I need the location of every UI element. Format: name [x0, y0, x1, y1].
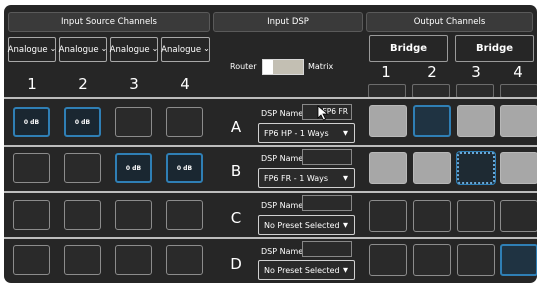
- dsp-name-input-b[interactable]: [302, 149, 352, 165]
- input-source-select-3[interactable]: Analogue ⌄: [110, 37, 158, 62]
- input-number-3: 3: [129, 75, 139, 93]
- input-route-d-2[interactable]: [64, 245, 101, 275]
- input-route-a-2[interactable]: 0 dB: [64, 107, 101, 137]
- select-label: Analogue: [7, 44, 48, 55]
- input-source-select-4[interactable]: Analogue ⌄: [161, 37, 210, 62]
- select-label: Analogue: [161, 44, 202, 55]
- input-route-d-1[interactable]: [13, 245, 50, 275]
- preset-label: No Preset Selected: [264, 220, 340, 230]
- preset-select-a[interactable]: FP6 HP - 1 Ways ▼: [258, 123, 355, 143]
- input-source-header: Input Source Channels: [8, 12, 210, 32]
- preset-label: No Preset Selected: [264, 265, 340, 275]
- output-route-c-1[interactable]: [369, 200, 407, 232]
- output-number-1: 1: [381, 63, 391, 81]
- mouse-pointer-icon: [317, 105, 329, 121]
- input-route-a-3[interactable]: [115, 107, 152, 137]
- bridge-button-3-4[interactable]: Bridge: [455, 35, 534, 62]
- output-number-2: 2: [427, 63, 437, 81]
- output-route-d-3[interactable]: [457, 244, 495, 276]
- output-route-c-2[interactable]: [413, 200, 451, 232]
- dsp-name-label-b: DSP Name: [261, 154, 304, 163]
- output-route-c-4[interactable]: [500, 200, 537, 232]
- input-route-a-4[interactable]: [166, 107, 203, 137]
- select-label: Analogue: [58, 44, 99, 55]
- dsp-name-label-c: DSP Name: [261, 201, 304, 210]
- input-route-b-4[interactable]: 0 dB: [166, 153, 203, 183]
- input-route-c-2[interactable]: [64, 200, 101, 230]
- dsp-name-input-c[interactable]: [302, 195, 352, 211]
- output-route-b-2[interactable]: [413, 152, 451, 184]
- row-divider: [4, 97, 537, 99]
- input-route-a-1[interactable]: 0 dB: [13, 107, 50, 137]
- output-level-box-1[interactable]: [368, 84, 406, 98]
- output-route-a-3[interactable]: [457, 105, 495, 137]
- input-dsp-header: Input DSP: [213, 12, 363, 32]
- bridge-button-1-2[interactable]: Bridge: [369, 35, 448, 62]
- chevron-down-icon: ⌄: [151, 44, 159, 53]
- router-label: Router: [230, 62, 257, 71]
- output-channels-header: Output Channels: [366, 12, 533, 32]
- input-route-d-4[interactable]: [166, 245, 203, 275]
- input-route-b-3[interactable]: 0 dB: [115, 153, 152, 183]
- toggle-knob: [263, 60, 273, 74]
- mixer-panel: Input Source Channels Input DSP Output C…: [4, 5, 537, 283]
- row-letter-c: C: [230, 209, 242, 227]
- caret-down-icon: ▼: [343, 221, 348, 229]
- dsp-name-label-a: DSP Name: [261, 109, 304, 118]
- output-route-b-4[interactable]: [500, 152, 537, 184]
- input-number-4: 4: [180, 75, 190, 93]
- row-divider: [4, 191, 537, 193]
- output-level-box-3[interactable]: [456, 84, 494, 98]
- output-level-box-4[interactable]: [500, 84, 537, 98]
- input-route-d-3[interactable]: [115, 245, 152, 275]
- select-label: Analogue: [109, 44, 150, 55]
- chevron-down-icon: ⌄: [49, 44, 57, 53]
- chevron-down-icon: ⌄: [100, 44, 108, 53]
- router-matrix-toggle[interactable]: [262, 59, 304, 75]
- input-route-c-4[interactable]: [166, 200, 203, 230]
- caret-down-icon: ▼: [343, 174, 348, 182]
- input-route-c-1[interactable]: [13, 200, 50, 230]
- row-divider: [4, 237, 537, 239]
- input-number-1: 1: [27, 75, 37, 93]
- preset-label: FP6 FR - 1 Ways: [264, 173, 329, 183]
- output-route-b-1[interactable]: [369, 152, 407, 184]
- output-route-a-2[interactable]: [413, 105, 451, 137]
- preset-select-b[interactable]: FP6 FR - 1 Ways ▼: [258, 168, 355, 188]
- output-route-d-2[interactable]: [413, 244, 451, 276]
- input-route-b-1[interactable]: [13, 153, 50, 183]
- input-route-c-3[interactable]: [115, 200, 152, 230]
- output-number-4: 4: [513, 63, 523, 81]
- row-letter-d: D: [230, 255, 242, 273]
- output-route-a-1[interactable]: [369, 105, 407, 137]
- output-route-d-4[interactable]: [500, 244, 537, 276]
- output-level-box-2[interactable]: [412, 84, 450, 98]
- input-source-select-1[interactable]: Analogue ⌄: [8, 37, 56, 62]
- output-route-d-1[interactable]: [369, 244, 407, 276]
- row-divider: [4, 145, 537, 147]
- output-route-a-4[interactable]: [500, 105, 537, 137]
- app-window: Input Source Channels Input DSP Output C…: [0, 0, 542, 286]
- preset-select-d[interactable]: No Preset Selected ▼: [258, 260, 355, 280]
- input-source-select-2[interactable]: Analogue ⌄: [59, 37, 107, 62]
- matrix-label: Matrix: [308, 62, 334, 71]
- output-route-b-3[interactable]: [457, 152, 495, 184]
- chevron-down-icon: ⌄: [203, 44, 210, 53]
- output-route-c-3[interactable]: [457, 200, 495, 232]
- row-letter-a: A: [230, 118, 242, 136]
- dsp-name-label-d: DSP Name: [261, 247, 304, 256]
- dsp-name-input-d[interactable]: [302, 241, 352, 257]
- input-route-b-2[interactable]: [64, 153, 101, 183]
- row-letter-b: B: [230, 162, 242, 180]
- preset-label: FP6 HP - 1 Ways: [264, 128, 329, 138]
- preset-select-c[interactable]: No Preset Selected ▼: [258, 215, 355, 235]
- output-number-3: 3: [471, 63, 481, 81]
- caret-down-icon: ▼: [343, 266, 348, 274]
- input-number-2: 2: [78, 75, 88, 93]
- caret-down-icon: ▼: [343, 129, 348, 137]
